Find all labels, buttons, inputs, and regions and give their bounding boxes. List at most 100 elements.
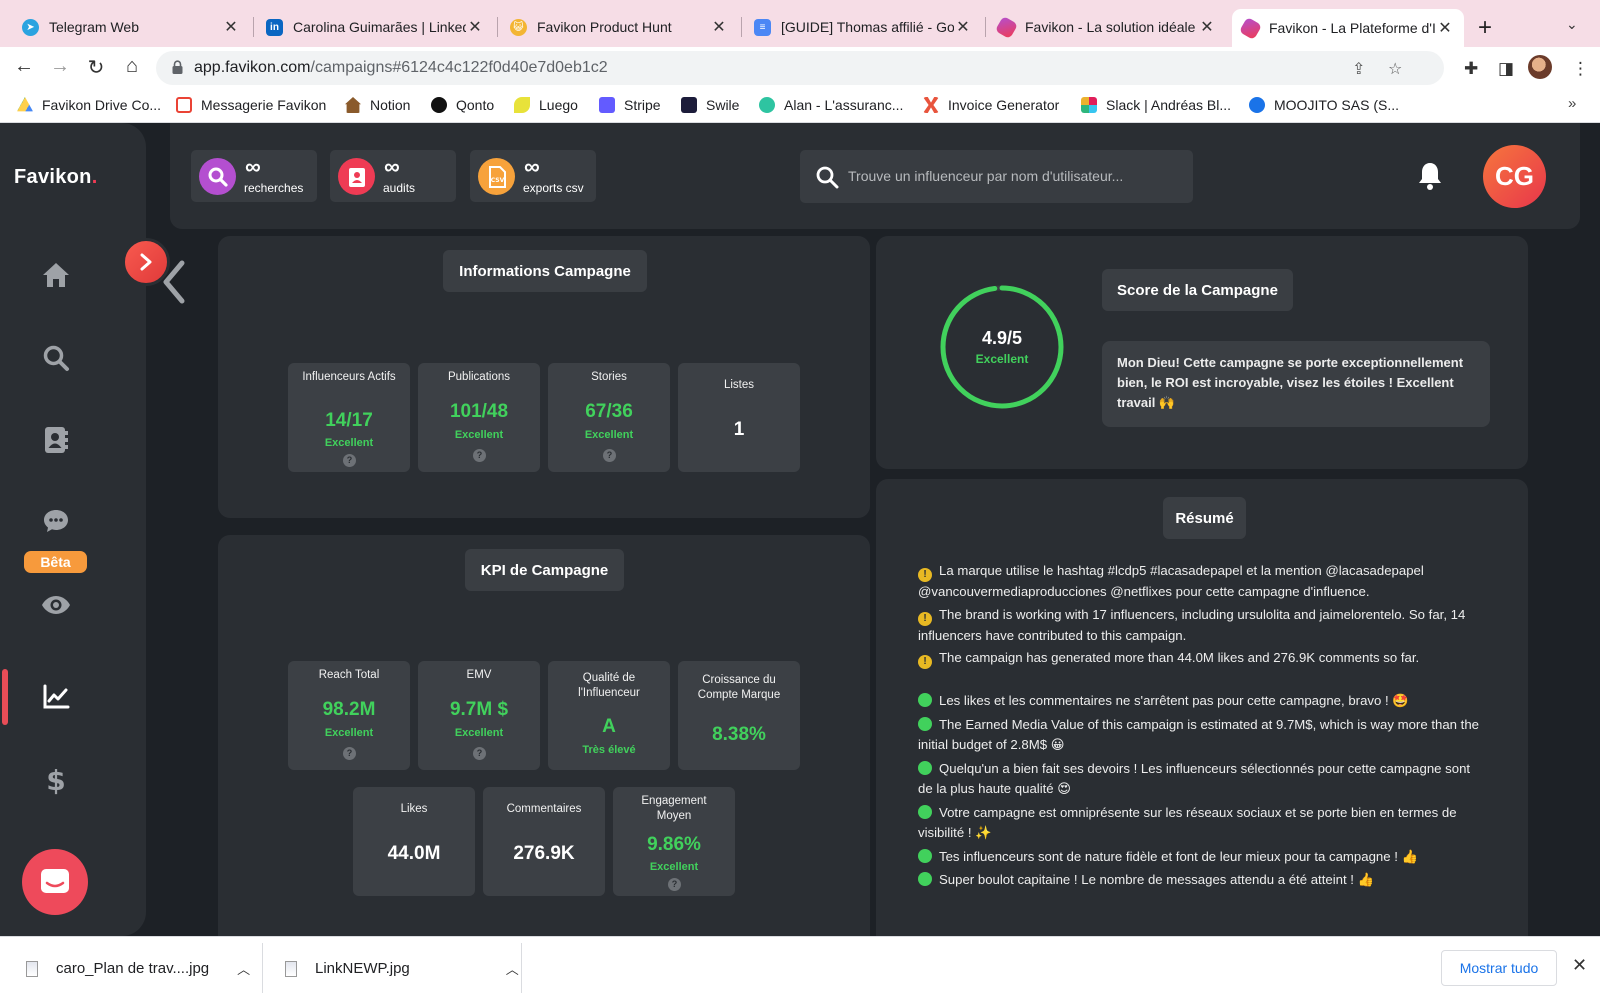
chevron-right-icon	[140, 253, 152, 271]
bookmark-item[interactable]: Swile	[681, 97, 739, 113]
search-icon	[199, 158, 236, 195]
download-item[interactable]: LinkNEWP.jpg ︿	[285, 937, 519, 1000]
chevron-up-icon[interactable]: ︿	[237, 959, 250, 978]
active-nav-indicator	[2, 669, 8, 725]
green-dot-icon	[918, 693, 932, 707]
profile-avatar[interactable]	[1528, 55, 1552, 79]
close-icon[interactable]: ✕	[1198, 17, 1216, 37]
home-icon[interactable]	[40, 259, 72, 291]
summary-title: Résumé	[1163, 497, 1246, 539]
analytics-chart-icon[interactable]	[40, 681, 72, 713]
address-bar[interactable]: app.favikon.com/campaigns#6124c4c122f0d4…	[156, 51, 1444, 85]
bookmark-item[interactable]: Notion	[345, 97, 410, 113]
browser-tab[interactable]: in Carolina Guimarães | LinkedIn ✕	[256, 9, 494, 45]
bookmark-item[interactable]: Messagerie Favikon	[176, 97, 326, 113]
show-all-downloads-button[interactable]: Mostrar tudo	[1441, 950, 1557, 986]
app-top-bar: ∞ recherches ∞ audits CSV ∞ exports csv …	[170, 123, 1580, 229]
extensions-puzzle-icon[interactable]: ✚	[1464, 59, 1478, 79]
audit-clipboard-icon	[338, 158, 375, 195]
swile-icon	[681, 97, 697, 113]
bookmark-item[interactable]: Luego	[514, 97, 578, 113]
close-icon[interactable]: ✕	[1572, 955, 1587, 976]
new-tab-plus-icon[interactable]: +	[1478, 14, 1492, 42]
summary-positive-item: Super boulot capitaine ! Le nombre de me…	[918, 870, 1488, 891]
quota-audits[interactable]: ∞ audits	[330, 150, 456, 202]
browser-tab-active[interactable]: Favikon - La Plateforme d'Influence ✕	[1232, 9, 1464, 47]
bookmark-item[interactable]: Alan - L'assuranc...	[759, 97, 903, 113]
influencer-search-input[interactable]: Trouve un influenceur par nom d'utilisat…	[800, 150, 1193, 203]
tab-title: Favikon - La Plateforme d'Influence	[1269, 20, 1436, 36]
bookmark-item[interactable]: MOOJITO SAS (S...	[1249, 97, 1399, 113]
summary-positive-item: The Earned Media Value of this campaign …	[918, 716, 1479, 752]
close-icon[interactable]: ✕	[954, 17, 972, 37]
contacts-book-icon[interactable]	[40, 424, 72, 456]
google-docs-icon: ≡	[754, 18, 771, 36]
metric-card-emv: EMV 9.7M $ Excellent ?	[418, 661, 540, 770]
chat-bubble-icon[interactable]	[40, 505, 72, 537]
support-chat-launcher[interactable]	[22, 849, 88, 915]
share-icon[interactable]: ⇪	[1352, 59, 1365, 79]
metric-card-influencer-quality: Qualité de l'Influenceur A Très élevé	[548, 661, 670, 770]
close-icon[interactable]: ✕	[222, 17, 240, 37]
metric-card-reach: Reach Total 98.2M Excellent ?	[288, 661, 410, 770]
browser-toolbar: ← → ↻ ⌂ app.favikon.com/campaigns#6124c4…	[0, 47, 1600, 89]
reload-icon[interactable]: ↻	[83, 55, 109, 80]
close-icon[interactable]: ✕	[1436, 18, 1454, 38]
summary-positive-item: Tes influenceurs sont de nature fidèle e…	[918, 847, 1488, 868]
browser-tab[interactable]: Favikon - La solution idéale ✕	[988, 9, 1226, 45]
metric-card-likes: Likes 44.0M	[353, 787, 475, 896]
bookmark-item[interactable]: Slack | Andréas Bl...	[1081, 97, 1231, 113]
help-icon[interactable]: ?	[473, 747, 486, 760]
invoice-generator-icon	[923, 97, 939, 113]
browser-tab[interactable]: ➤ Telegram Web ✕	[12, 9, 250, 45]
forward-arrow-icon[interactable]: →	[47, 55, 73, 78]
chevron-up-icon[interactable]: ︿	[506, 959, 519, 978]
tab-search-chevron-icon[interactable]: ⌄	[1566, 16, 1578, 33]
help-icon[interactable]: ?	[473, 449, 486, 462]
bookmark-item[interactable]: Stripe	[599, 97, 661, 113]
google-drive-icon	[17, 97, 33, 112]
tab-title: [GUIDE] Thomas affilié - Google Docs	[781, 19, 954, 35]
side-panel-icon[interactable]: ◨	[1498, 59, 1514, 79]
browser-tab[interactable]: ≡ [GUIDE] Thomas affilié - Google Docs ✕	[744, 9, 982, 45]
search-icon[interactable]	[40, 342, 72, 374]
close-icon[interactable]: ✕	[710, 17, 728, 37]
home-icon[interactable]: ⌂	[119, 55, 145, 78]
bookmark-item[interactable]: Qonto	[431, 97, 494, 113]
help-icon[interactable]: ?	[603, 449, 616, 462]
lock-icon	[172, 60, 183, 74]
favikon-icon	[994, 15, 1019, 39]
favikon-logo[interactable]: Favikon.	[14, 166, 98, 189]
more-bookmarks-chevron-icon[interactable]: »	[1568, 95, 1576, 112]
svg-text:$: $	[46, 765, 65, 795]
help-icon[interactable]: ?	[343, 747, 356, 760]
summary-info-item: ! The brand is working with 17 influencer…	[918, 606, 1466, 643]
help-icon[interactable]: ?	[668, 878, 681, 891]
green-dot-icon	[918, 716, 932, 731]
summary-info-item: ! La marque utilise le hashtag #lcdp5 #la…	[918, 563, 1424, 599]
help-icon[interactable]: ?	[343, 454, 356, 467]
download-item[interactable]: caro_Plan de trav....jpg ︿	[26, 937, 250, 1000]
eye-icon[interactable]	[40, 589, 72, 621]
bookmark-item[interactable]: Invoice Generator	[923, 97, 1059, 113]
dollar-icon[interactable]: $	[40, 764, 72, 796]
user-avatar[interactable]: CG	[1483, 145, 1546, 208]
back-arrow-icon[interactable]: ←	[11, 55, 37, 78]
more-menu-icon[interactable]: ⋮	[1572, 59, 1589, 79]
score-message: Mon Dieu! Cette campagne se porte except…	[1102, 341, 1490, 427]
info-icon: !	[918, 568, 932, 582]
close-icon[interactable]: ✕	[466, 17, 484, 37]
chevron-left-icon[interactable]	[160, 259, 188, 305]
url-text: app.favikon.com/campaigns#6124c4c122f0d4…	[194, 59, 608, 76]
product-hunt-cat-icon: 😺	[510, 18, 527, 36]
favikon-app: Favikon. Bêta $ ∞ recherches ∞ audits CS…	[0, 123, 1600, 936]
quota-searches[interactable]: ∞ recherches	[191, 150, 317, 202]
quota-csv-exports[interactable]: CSV ∞ exports csv	[470, 150, 596, 202]
summary-positive-item: Quelqu'un a bien fait ses devoirs ! Les …	[918, 760, 1471, 796]
bookmark-item[interactable]: Favikon Drive Co...	[17, 97, 161, 113]
campaign-kpi-title: KPI de Campagne	[465, 549, 624, 591]
bookmark-star-icon[interactable]: ☆	[1388, 59, 1402, 79]
browser-tab[interactable]: 😺 Favikon Product Hunt ✕	[500, 9, 738, 45]
bell-icon[interactable]	[1416, 161, 1444, 191]
sidebar: Favikon. Bêta $	[0, 123, 146, 936]
